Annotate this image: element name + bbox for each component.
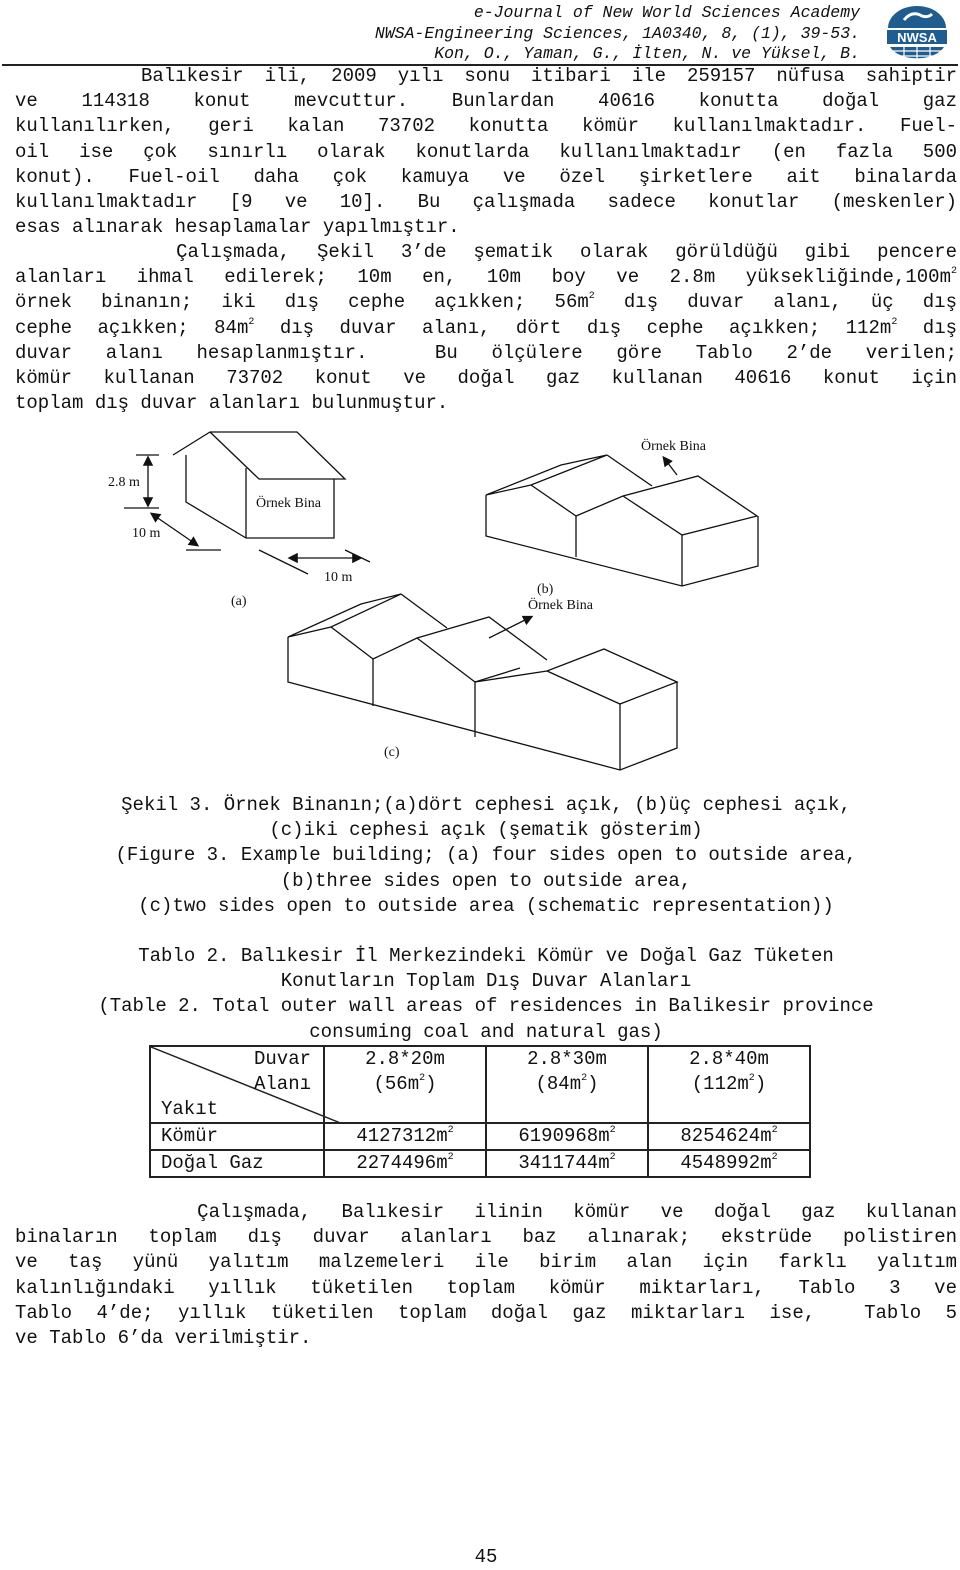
column-header: 2.8*20m (56m2) [323, 1045, 487, 1124]
caption-line: (c)iki cephesi açık (şematik gösterim) [269, 819, 703, 842]
header-line: NWSA-Engineering Sciences, 1A0340, 8, (1… [374, 23, 860, 43]
height-label: 2.8 m [108, 475, 140, 490]
caption-line: consuming coal and natural gas) [309, 1020, 663, 1043]
subfigure-b-label: (b) [537, 582, 554, 597]
superscript: 2 [950, 266, 957, 278]
width-label: 10 m [324, 570, 353, 585]
table-cell: 4127312m2 [323, 1122, 487, 1151]
text-line: cephe açıkken; 84m2 dış duvar alanı, dör… [15, 316, 958, 339]
building-b [485, 454, 759, 587]
text-line: alanları ihmal edilerek; 10m en, 10m boy… [15, 266, 957, 289]
subfigure-a-label: (a) [231, 594, 247, 609]
journal-header: e-Journal of New World Sciences Academy … [375, 3, 860, 65]
building-b-label: Örnek Bina [641, 437, 707, 454]
nwsa-logo: NWSA [887, 6, 947, 65]
text-line: konut). Fuel-oil daha çok kamuya ve özel… [15, 165, 957, 188]
text-line: Tablo 4’de; yıllık tüketilen toplam doğa… [15, 1301, 957, 1324]
caption-line: (Figure 3. Example building; (a) four si… [115, 844, 857, 867]
text-line: kullanılırken, geri kalan 73702 konutta … [15, 115, 957, 138]
column-header: 2.8*40m (112m2) [647, 1045, 811, 1124]
building-c-label: Örnek Bina [528, 596, 594, 613]
building-a-label: Örnek Bina [256, 494, 322, 511]
paragraph-3: Çalışmada, Balıkesir ilinin kömür ve doğ… [15, 1200, 957, 1351]
caption-line: Şekil 3. Örnek Binanın;(a)dört cephesi a… [121, 794, 851, 816]
figure-3-schematic: 2.8 m 10 m 10 m Örnek Bina (a) Örnek Bin… [108, 431, 759, 771]
text-line: ve Tablo 6’da verilmiştir. [15, 1326, 312, 1349]
text-line: Çalışmada, Balıkesir ilinin kömür ve doğ… [15, 1201, 957, 1223]
text-line: kalınlığındaki yıllık tüketilen toplam k… [15, 1276, 957, 1299]
table-header-row: Duvar Alanı Yakıt 2.8*20m (56m2) 2.8*30m(… [149, 1045, 811, 1124]
figure-caption: Şekil 3. Örnek Binanın;(a)dört cephesi a… [15, 793, 957, 919]
building-a [124, 431, 371, 575]
caption-line: (Table 2. Total outer wall areas of resi… [98, 995, 874, 1018]
text-line: binaların toplam dış duvar alanları baz … [15, 1226, 957, 1249]
text-line: ve 114318 konut mevcuttur. Bunlardan 406… [15, 90, 957, 113]
table-row: Kömür 4127312m2 6190968m2 8254624m2 [149, 1122, 811, 1151]
text-line: kullanılmaktadır [9 ve 10]. Bu çalışmada… [15, 190, 957, 213]
paragraph-1: Balıkesir ili, 2009 yılı sonu itibari il… [15, 64, 957, 240]
text-line: ve taş yünü yalıtım malzemeleri ile biri… [15, 1251, 957, 1274]
depth-label: 10 m [132, 526, 161, 541]
caption-line: (b)three sides open to outside area, [280, 869, 692, 892]
table-cell: 3411744m2 [485, 1149, 649, 1178]
text-line: Çalışmada, Şekil 3’de şematik olarak gör… [15, 241, 957, 263]
corner-label: Alanı [253, 1073, 311, 1095]
table-cell: 4548992m2 [647, 1149, 811, 1178]
header-line: Kon, O., Yaman, G., İlten, N. ve Yüksel,… [434, 44, 860, 63]
row-label: Doğal Gaz [149, 1149, 325, 1178]
caption-line: Tablo 2. Balıkesir İl Merkezindeki Kömür… [138, 945, 834, 967]
caption-line: (c)two sides open to outside area (schem… [138, 894, 834, 917]
header-line: e-Journal of New World Sciences Academy [473, 3, 860, 22]
table-caption: Tablo 2. Balıkesir İl Merkezindeki Kömür… [15, 944, 957, 1045]
text-line: örnek binanın; iki dış cephe açıkken; 56… [15, 291, 957, 314]
text-line: toplam dış duvar alanları bulunmuştur. [15, 392, 449, 415]
text-line: esas alınarak hesaplamalar yapılmıştır. [15, 216, 460, 239]
building-c [287, 593, 679, 771]
subfigure-c-label: (c) [384, 745, 400, 760]
corner-label-fuel: Yakıt [161, 1098, 219, 1120]
caption-line: Konutların Toplam Dış Duvar Alanları [280, 970, 692, 993]
table-cell: 6190968m2 [485, 1122, 649, 1151]
text-line: duvar alanı hesaplanmıştır. Bu ölçülere … [15, 341, 957, 364]
table-cell: 2274496m2 [323, 1149, 487, 1178]
text-line: oil ise çok sınırlı olarak konutlarda ku… [15, 140, 957, 163]
text-line: kömür kullanan 73702 konut ve doğal gaz … [15, 366, 957, 389]
svg-text:NWSA: NWSA [897, 30, 937, 45]
table-row: Doğal Gaz 2274496m2 3411744m2 4548992m2 [149, 1149, 811, 1178]
corner-label: Duvar [253, 1048, 311, 1070]
text-line: Balıkesir ili, 2009 yılı sonu itibari il… [15, 65, 958, 87]
corner-cell: Duvar Alanı Yakıt [149, 1045, 343, 1124]
paragraph-2: Çalışmada, Şekil 3’de şematik olarak gör… [15, 240, 957, 416]
column-header: 2.8*30m (84m2) [485, 1045, 649, 1124]
table-cell: 8254624m2 [647, 1122, 811, 1151]
page-number: 45 [474, 1546, 498, 1568]
wall-area-table: Duvar Alanı Yakıt 2.8*20m (56m2) 2.8*30m(… [149, 1045, 811, 1178]
row-label: Kömür [149, 1122, 325, 1151]
